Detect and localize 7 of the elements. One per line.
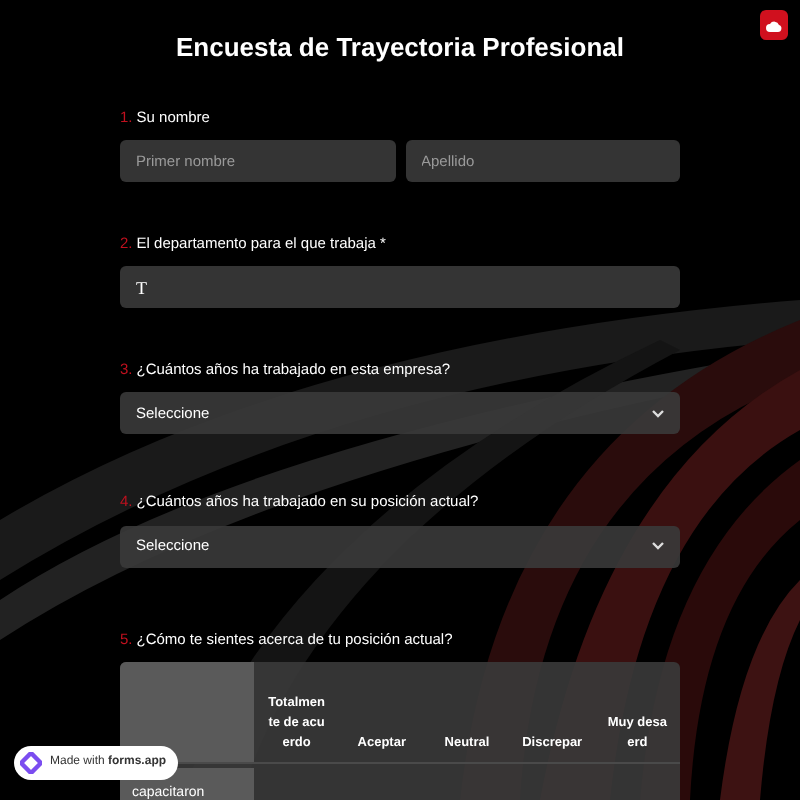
chevron-down-icon xyxy=(652,409,664,418)
chevron-down-icon xyxy=(652,542,664,550)
cloud-icon xyxy=(766,19,782,31)
cloud-button[interactable] xyxy=(760,10,788,40)
logo-icon xyxy=(20,752,42,774)
input-field[interactable]: T xyxy=(120,266,680,308)
form-title: Encuesta de Trayectoria Profesional xyxy=(174,30,626,66)
